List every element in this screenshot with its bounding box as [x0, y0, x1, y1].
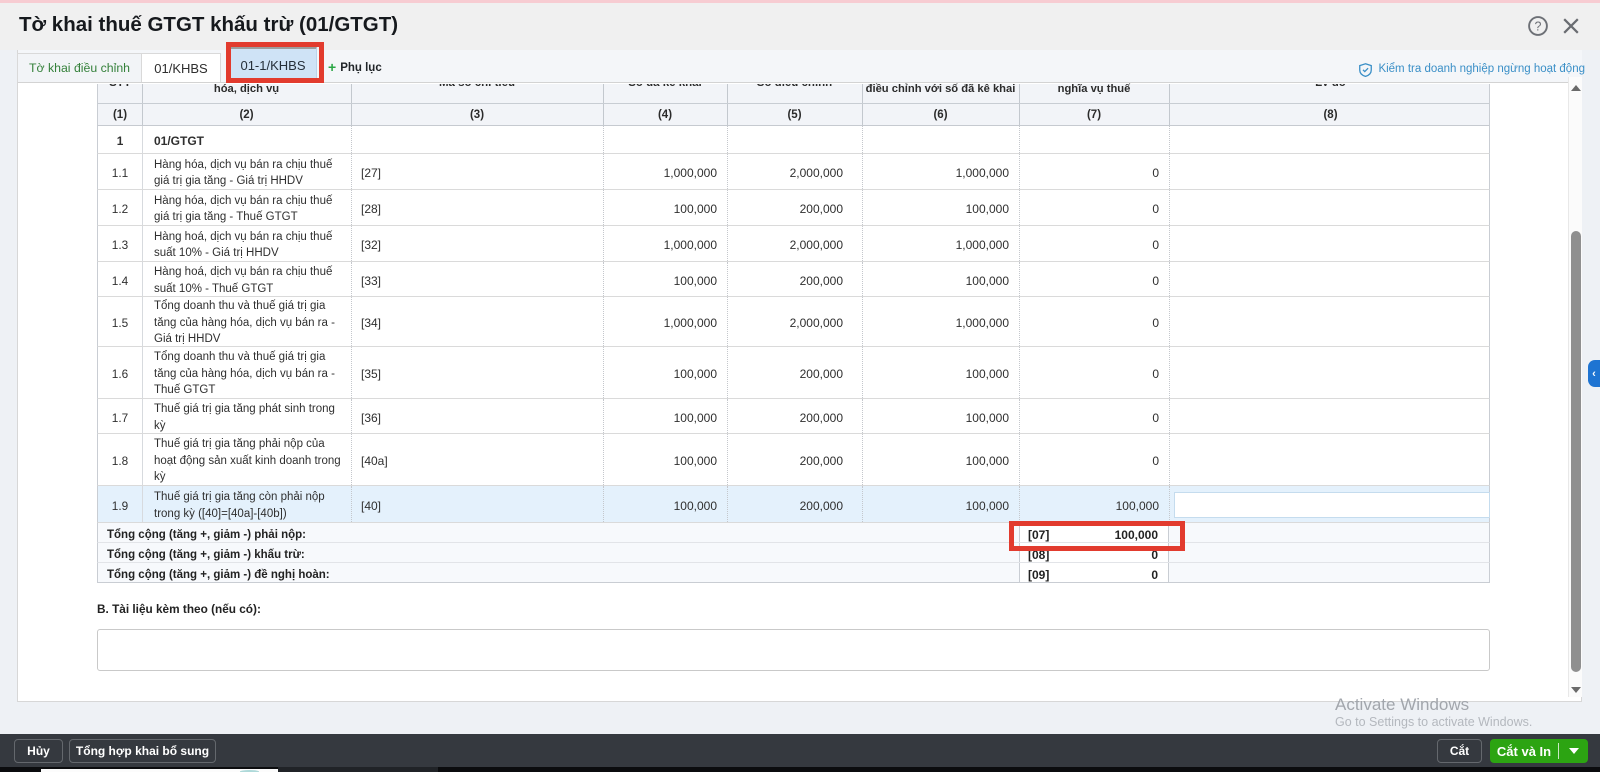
svg-text:?: ?: [1535, 19, 1542, 33]
